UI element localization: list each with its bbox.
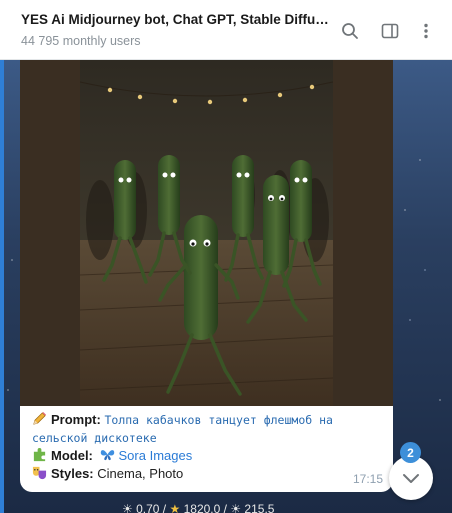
window-edge [0, 60, 4, 513]
sidebar-toggle-button[interactable] [377, 18, 403, 44]
theater-masks-icon [32, 466, 47, 480]
sun-icon: ☀ [122, 502, 133, 513]
message-stats: ☀ 0.70 / ★ 1820.0 / ☀ 215.5 [122, 502, 322, 513]
search-icon [342, 23, 358, 39]
message-photo[interactable] [80, 60, 333, 406]
chat-title[interactable]: YES Ai Midjourney bot, Chat GPT, Stable … [21, 12, 336, 27]
chat-subtitle: 44 795 monthly users [21, 34, 141, 48]
photo-frame [20, 60, 393, 406]
stat-c: 215.5 [244, 502, 275, 513]
stat-a: 0.70 [136, 502, 160, 513]
more-vertical-icon [424, 23, 428, 39]
model-link[interactable]: Sora Images [119, 448, 193, 463]
styles-value: Cinema, Photo [97, 466, 184, 481]
chat-header: YES Ai Midjourney bot, Chat GPT, Stable … [0, 0, 452, 60]
sun-icon-2: ☀ [230, 502, 242, 513]
unread-badge: 2 [400, 442, 421, 463]
message-caption: Prompt: Толпа кабачков танцует флешмоб н… [32, 411, 387, 483]
prompt-line: Prompt: Толпа кабачков танцует флешмоб н… [32, 411, 387, 447]
model-line: Model: Sora Images [32, 447, 387, 465]
butterfly-icon [100, 450, 114, 461]
message-time: 17:15 [352, 472, 383, 486]
message-bubble[interactable]: Prompt: Толпа кабачков танцует флешмоб н… [20, 60, 393, 492]
chevron-down-icon [403, 474, 419, 483]
search-button[interactable] [337, 18, 363, 44]
styles-line: Styles: Cinema, Photo [32, 465, 387, 483]
more-options-button[interactable] [413, 18, 439, 44]
styles-label: Styles: [51, 466, 94, 481]
prompt-label: Prompt: [51, 412, 101, 427]
star-icon: ★ [169, 502, 181, 513]
stat-b: 1820.0 [183, 502, 221, 513]
puzzle-icon [33, 447, 46, 462]
pencil-icon [33, 411, 47, 425]
model-label: Model: [51, 448, 93, 463]
sidebar-toggle-icon [381, 23, 399, 39]
